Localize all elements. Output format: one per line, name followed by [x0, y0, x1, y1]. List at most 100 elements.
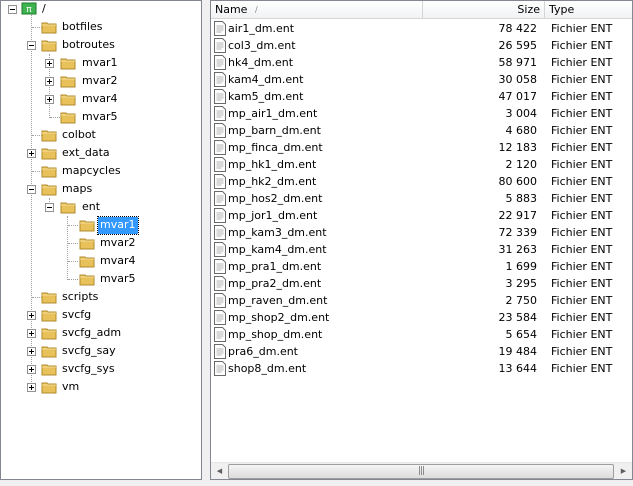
column-header-type[interactable]: Type: [545, 1, 632, 19]
file-name: mp_pra2_dm.ent: [228, 277, 322, 290]
file-row[interactable]: mp_hk1_dm.ent 2 120 Fichier ENT: [211, 156, 632, 173]
file-row[interactable]: mp_hos2_dm.ent 5 883 Fichier ENT: [211, 190, 632, 207]
expand-icon[interactable]: [45, 95, 54, 104]
tree-item-label: maps: [62, 182, 93, 195]
file-type: Fichier ENT: [551, 294, 613, 307]
folder-icon: [41, 346, 57, 358]
collapse-icon[interactable]: [45, 203, 54, 212]
tree-connector: [50, 117, 60, 118]
collapse-icon[interactable]: [27, 41, 36, 50]
file-size: 30 058: [498, 73, 538, 86]
file-row[interactable]: kam5_dm.ent 47 017 Fichier ENT: [211, 88, 632, 105]
scroll-thumb[interactable]: |||: [228, 464, 614, 479]
column-header-name[interactable]: Name ∕: [211, 1, 423, 19]
expand-icon[interactable]: [45, 77, 54, 86]
scroll-left-icon[interactable]: ◀: [211, 463, 228, 479]
document-icon: [214, 276, 226, 291]
expand-icon[interactable]: [27, 347, 36, 356]
document-icon: [214, 259, 226, 274]
file-row[interactable]: mp_hk2_dm.ent 80 600 Fichier ENT: [211, 173, 632, 190]
folder-icon: [60, 202, 76, 214]
file-type: Fichier ENT: [551, 124, 613, 137]
horizontal-scrollbar[interactable]: ◀ ||| ▶: [211, 462, 632, 479]
document-icon: [214, 344, 226, 359]
list-header: Name ∕ Size Type: [211, 1, 632, 19]
document-icon: [214, 72, 226, 87]
tree-item-label: svcfg_say: [62, 344, 116, 357]
tree-item-label: /: [42, 2, 46, 15]
file-row[interactable]: mp_shop2_dm.ent 23 584 Fichier ENT: [211, 309, 632, 326]
column-header-size[interactable]: Size: [423, 1, 545, 19]
expand-icon[interactable]: [45, 59, 54, 68]
file-size: 23 584: [498, 311, 538, 324]
file-type: Fichier ENT: [551, 22, 613, 35]
file-row[interactable]: mp_pra2_dm.ent 3 295 Fichier ENT: [211, 275, 632, 292]
tree-item-label: mvar1: [97, 216, 139, 235]
file-type: Fichier ENT: [551, 226, 613, 239]
file-type: Fichier ENT: [551, 362, 613, 375]
file-name: mp_kam4_dm.ent: [228, 243, 327, 256]
file-row[interactable]: hk4_dm.ent 58 971 Fichier ENT: [211, 54, 632, 71]
pane-splitter[interactable]: [202, 0, 210, 486]
folder-icon: [79, 274, 95, 286]
file-row[interactable]: mp_jor1_dm.ent 22 917 Fichier ENT: [211, 207, 632, 224]
folder-icon: [41, 40, 57, 52]
tree-item-label: mvar4: [82, 92, 118, 105]
file-size: 26 595: [498, 39, 538, 52]
expand-icon[interactable]: [27, 149, 36, 158]
file-row[interactable]: mp_kam4_dm.ent 31 263 Fichier ENT: [211, 241, 632, 258]
document-icon: [214, 89, 226, 104]
file-name: mp_barn_dm.ent: [228, 124, 321, 137]
file-type: Fichier ENT: [551, 192, 613, 205]
file-size: 5 654: [505, 328, 538, 341]
column-header-label: Name: [215, 3, 248, 16]
expand-icon[interactable]: [27, 311, 36, 320]
file-size: 3 295: [505, 277, 538, 290]
expand-icon[interactable]: [27, 365, 36, 374]
file-row[interactable]: mp_finca_dm.ent 12 183 Fichier ENT: [211, 139, 632, 156]
file-size: 47 017: [498, 90, 538, 103]
file-name: mp_hk2_dm.ent: [228, 175, 317, 188]
file-row[interactable]: mp_air1_dm.ent 3 004 Fichier ENT: [211, 105, 632, 122]
tree-item-label: ext_data: [62, 146, 110, 159]
file-row[interactable]: pra6_dm.ent 19 484 Fichier ENT: [211, 343, 632, 360]
file-row[interactable]: mp_kam3_dm.ent 72 339 Fichier ENT: [211, 224, 632, 241]
file-row[interactable]: col3_dm.ent 26 595 Fichier ENT: [211, 37, 632, 54]
folder-icon: [41, 184, 57, 196]
expand-icon[interactable]: [27, 329, 36, 338]
file-row[interactable]: mp_pra1_dm.ent 1 699 Fichier ENT: [211, 258, 632, 275]
document-icon: [214, 293, 226, 308]
file-row[interactable]: mp_raven_dm.ent 2 750 Fichier ENT: [211, 292, 632, 309]
file-size: 3 004: [505, 107, 538, 120]
folder-icon: [41, 130, 57, 142]
expand-icon[interactable]: [27, 383, 36, 392]
folder-tree[interactable]: π / botfiles botroutes mvar1 mvar2 mvar4…: [0, 0, 202, 480]
folder-icon: [60, 58, 76, 70]
tree-item-label: scripts: [62, 290, 99, 303]
file-name: col3_dm.ent: [228, 39, 296, 52]
file-type: Fichier ENT: [551, 56, 613, 69]
file-name: kam5_dm.ent: [228, 90, 304, 103]
file-row[interactable]: shop8_dm.ent 13 644 Fichier ENT: [211, 360, 632, 377]
column-header-label: Size: [517, 3, 540, 16]
file-size: 2 750: [505, 294, 538, 307]
scroll-right-icon[interactable]: ▶: [615, 463, 632, 479]
sort-ascending-icon: ∕: [255, 5, 258, 14]
file-size: 72 339: [498, 226, 538, 239]
file-row[interactable]: mp_barn_dm.ent 4 680 Fichier ENT: [211, 122, 632, 139]
collapse-icon[interactable]: [27, 185, 36, 194]
file-type: Fichier ENT: [551, 39, 613, 52]
tree-connector: [68, 243, 78, 244]
file-name: mp_jor1_dm.ent: [228, 209, 318, 222]
file-row[interactable]: kam4_dm.ent 30 058 Fichier ENT: [211, 71, 632, 88]
collapse-icon[interactable]: [8, 5, 17, 14]
file-list[interactable]: Name ∕ Size Type air1_dm.ent 78 422 Fichie…: [210, 0, 633, 480]
file-type: Fichier ENT: [551, 175, 613, 188]
file-name: pra6_dm.ent: [228, 345, 298, 358]
file-row[interactable]: air1_dm.ent 78 422 Fichier ENT: [211, 20, 632, 37]
file-row[interactable]: mp_shop_dm.ent 5 654 Fichier ENT: [211, 326, 632, 343]
folder-icon: [41, 382, 57, 394]
document-icon: [214, 242, 226, 257]
network-drive-icon: π: [21, 2, 37, 15]
folder-icon: [79, 220, 95, 232]
